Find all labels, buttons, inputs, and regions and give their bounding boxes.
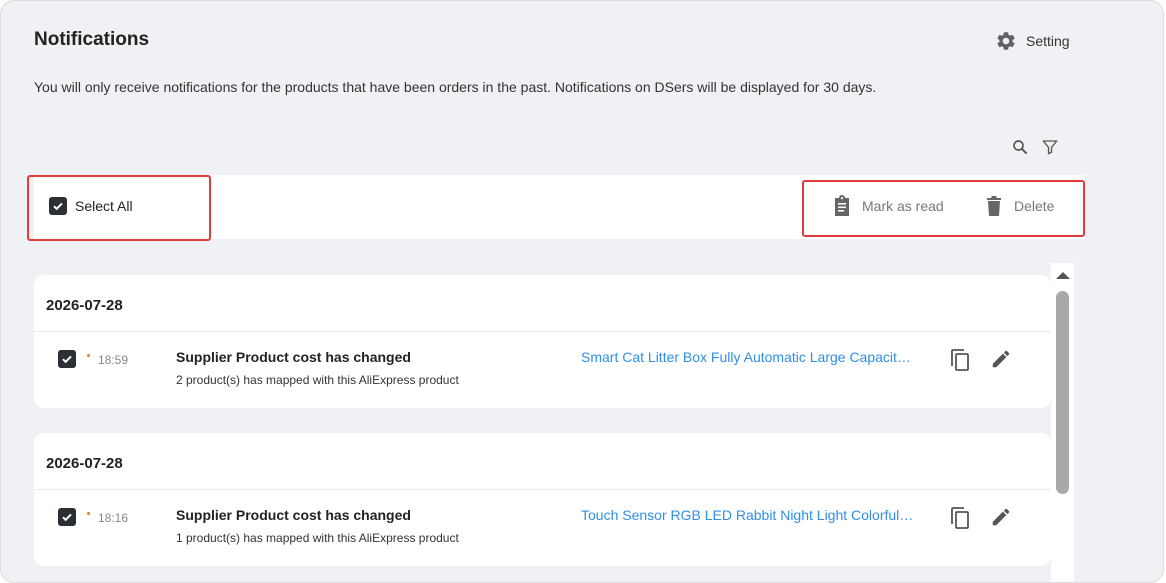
divider xyxy=(34,489,1051,490)
copy-icon[interactable] xyxy=(949,348,971,372)
setting-label: Setting xyxy=(1026,33,1070,49)
search-icon[interactable] xyxy=(1011,138,1029,156)
notification-checkbox[interactable] xyxy=(58,350,76,368)
check-icon xyxy=(62,513,72,522)
pencil-icon[interactable] xyxy=(990,348,1012,370)
scrollbar-thumb[interactable] xyxy=(1056,291,1069,494)
copy-icon[interactable] xyxy=(949,506,971,530)
notification-card: 2026-07-28 18:16 Supplier Product cost h… xyxy=(34,433,1051,566)
unread-dot xyxy=(87,512,90,515)
notification-date: 2026-07-28 xyxy=(46,297,123,314)
notification-time: 18:16 xyxy=(98,511,129,525)
notification-title: Supplier Product cost has changed xyxy=(176,507,411,523)
page-description: You will only receive notifications for … xyxy=(34,79,877,95)
notification-checkbox[interactable] xyxy=(58,508,76,526)
notification-title: Supplier Product cost has changed xyxy=(176,349,411,365)
divider xyxy=(34,331,1051,332)
unread-dot xyxy=(87,354,90,357)
scroll-up-arrow-icon[interactable] xyxy=(1055,269,1071,281)
product-link[interactable]: Touch Sensor RGB LED Rabbit Night Light … xyxy=(581,507,916,523)
pencil-icon[interactable] xyxy=(990,506,1012,528)
product-link[interactable]: Smart Cat Litter Box Fully Automatic Lar… xyxy=(581,349,916,365)
notification-card: 2026-07-28 18:59 Supplier Product cost h… xyxy=(34,275,1051,408)
highlight-select-all xyxy=(27,175,211,241)
setting-button[interactable]: Setting xyxy=(995,30,1070,52)
notifications-panel: Notifications Setting You will only rece… xyxy=(0,0,1164,583)
check-icon xyxy=(62,355,72,364)
notification-subtitle: 1 product(s) has mapped with this AliExp… xyxy=(176,531,459,545)
notification-subtitle: 2 product(s) has mapped with this AliExp… xyxy=(176,373,459,387)
notification-time: 18:59 xyxy=(98,353,129,367)
page-title: Notifications xyxy=(34,29,150,50)
notification-date: 2026-07-28 xyxy=(46,455,123,472)
highlight-bulk-actions xyxy=(802,180,1085,237)
filter-icon[interactable] xyxy=(1041,138,1059,156)
gear-icon xyxy=(997,32,1015,50)
